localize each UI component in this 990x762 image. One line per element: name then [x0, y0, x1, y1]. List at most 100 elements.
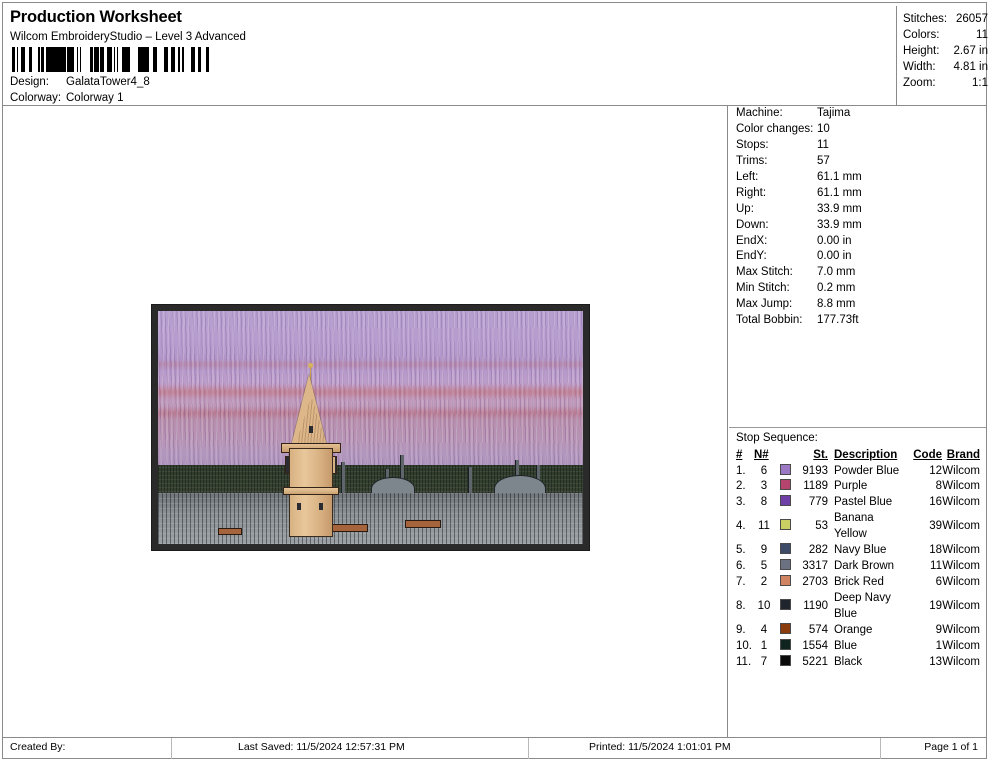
stop-index: 6. [736, 560, 746, 573]
design-summary-box: Stitches: 26057 Colors: 11 Height: 2.67 in Wid… [896, 6, 989, 109]
spec-row: EndX: 0.00 in [729, 234, 986, 250]
table-row: 10. 1 1554 Blue 1 Wilcom [729, 638, 986, 655]
spec-value: 11 [817, 138, 829, 151]
galata-tower-figure [281, 363, 342, 538]
stop-index: 1. [736, 464, 746, 477]
page-number: Page 1 of 1 [924, 741, 978, 753]
worksheet-header: Production Worksheet Wilcom EmbroiderySt… [3, 3, 989, 109]
spec-row: Down: 33.9 mm [729, 218, 986, 234]
spec-value: 0.2 mm [817, 282, 856, 295]
stitch-count: 53 [815, 520, 828, 533]
color-swatch [776, 543, 794, 559]
color-swatch [776, 559, 794, 575]
spec-label: Machine: [736, 107, 783, 119]
thread-brand: Wilcom [942, 576, 980, 589]
summary-value: 4.81 in [953, 61, 988, 73]
color-swatch [776, 623, 794, 639]
stitch-count: 3317 [802, 560, 828, 573]
thread-code: 11 [930, 560, 942, 573]
stitch-count: 9193 [802, 464, 828, 477]
column-header-swatch [776, 448, 794, 464]
stop-index: 9. [736, 624, 746, 637]
spec-row: Max Stitch: 7.0 mm [729, 265, 986, 281]
thread-color-swatch [779, 495, 791, 507]
spec-label: Trims: [736, 154, 768, 167]
thread-code: 39 [929, 520, 942, 533]
summary-label: Zoom: [903, 77, 936, 89]
stitch-count: 1554 [802, 639, 828, 652]
color-swatch [776, 479, 794, 495]
needle-number: 11 [758, 520, 770, 533]
production-worksheet-page: Production Worksheet Wilcom EmbroiderySt… [0, 0, 990, 762]
thread-code: 16 [929, 496, 942, 509]
table-row: 3. 8 779 Pastel Blue 16 Wilcom [729, 495, 986, 511]
needle-number: 6 [760, 464, 768, 477]
thread-brand: Wilcom [942, 480, 980, 493]
column-header-description: Description [834, 449, 898, 461]
thread-description: Purple [834, 480, 868, 493]
spec-value: 61.1 mm [817, 170, 862, 183]
cityscape-region [158, 492, 583, 544]
needle-number: 4 [760, 624, 768, 637]
needle-number: 2 [760, 576, 768, 589]
thread-brand: Wilcom [942, 560, 980, 573]
spec-row: Left: 61.1 mm [729, 170, 986, 186]
spec-row: EndY: 0.00 in [729, 249, 986, 265]
spec-label: Max Jump: [736, 298, 793, 311]
summary-label: Stitches: [903, 13, 948, 25]
design-barcode [12, 47, 212, 72]
summary-row: Height: 2.67 in [897, 43, 989, 59]
thread-code: 19 [929, 600, 942, 613]
last-saved-field: Last Saved: 11/5/2024 12:57:31 PM [238, 741, 405, 753]
summary-label: Colors: [903, 29, 940, 41]
stop-index: 2. [736, 480, 746, 493]
spec-row: Stops: 11 [729, 138, 986, 154]
thread-color-swatch [779, 463, 791, 475]
spec-label: Stops: [736, 138, 769, 151]
summary-value: 26057 [956, 13, 988, 25]
spec-label: Up: [736, 202, 754, 215]
stop-index: 10. [736, 639, 752, 652]
thread-color-swatch [779, 559, 791, 571]
color-swatch [776, 575, 794, 591]
table-row: 8. 10 1190 Deep Navy Blue 19 Wilcom [729, 591, 986, 623]
spec-value: 61.1 mm [817, 186, 862, 199]
spec-value: 8.8 mm [817, 298, 856, 311]
stitch-count: 1190 [803, 600, 828, 613]
spec-row: Trims: 57 [729, 154, 986, 170]
table-row: 6. 5 3317 Dark Brown 11 Wilcom [729, 559, 986, 575]
thread-description: Orange [834, 624, 873, 637]
thread-brand: Wilcom [942, 496, 980, 509]
color-swatch [776, 511, 794, 543]
column-header-brand: Brand [946, 449, 980, 461]
spec-value: Tajima [817, 107, 851, 119]
thread-color-swatch [779, 575, 791, 587]
column-header-code: Code [913, 449, 942, 461]
needle-number: 9 [760, 544, 768, 557]
stop-sequence-label: Stop Sequence: [736, 432, 818, 444]
spec-divider [729, 427, 986, 428]
spec-value: 0.00 in [817, 234, 852, 247]
thread-code: 6 [935, 576, 942, 589]
spec-label: Total Bobbin: [736, 314, 803, 327]
thread-description: Pastel Blue [834, 496, 893, 509]
thread-brand: Wilcom [942, 639, 980, 652]
thread-color-swatch [779, 599, 791, 611]
thread-code: 13 [929, 655, 942, 668]
stitch-count: 779 [808, 496, 828, 509]
spec-label: Down: [736, 218, 769, 231]
color-swatch [776, 654, 794, 671]
design-label: Design: [10, 76, 49, 88]
design-value: GalataTower4_8 [66, 76, 150, 88]
summary-label: Width: [903, 61, 936, 73]
thread-description: Brick Red [834, 576, 884, 589]
needle-number: 1 [760, 639, 768, 652]
color-swatch [776, 495, 794, 511]
color-swatch [776, 638, 794, 655]
page-title: Production Worksheet [10, 8, 182, 26]
table-row: 2. 3 1189 Purple 8 Wilcom [729, 479, 986, 495]
thread-color-swatch [779, 543, 791, 555]
summary-value: 11 [976, 29, 988, 41]
spec-row: Up: 33.9 mm [729, 202, 986, 218]
spec-value: 7.0 mm [817, 266, 856, 279]
